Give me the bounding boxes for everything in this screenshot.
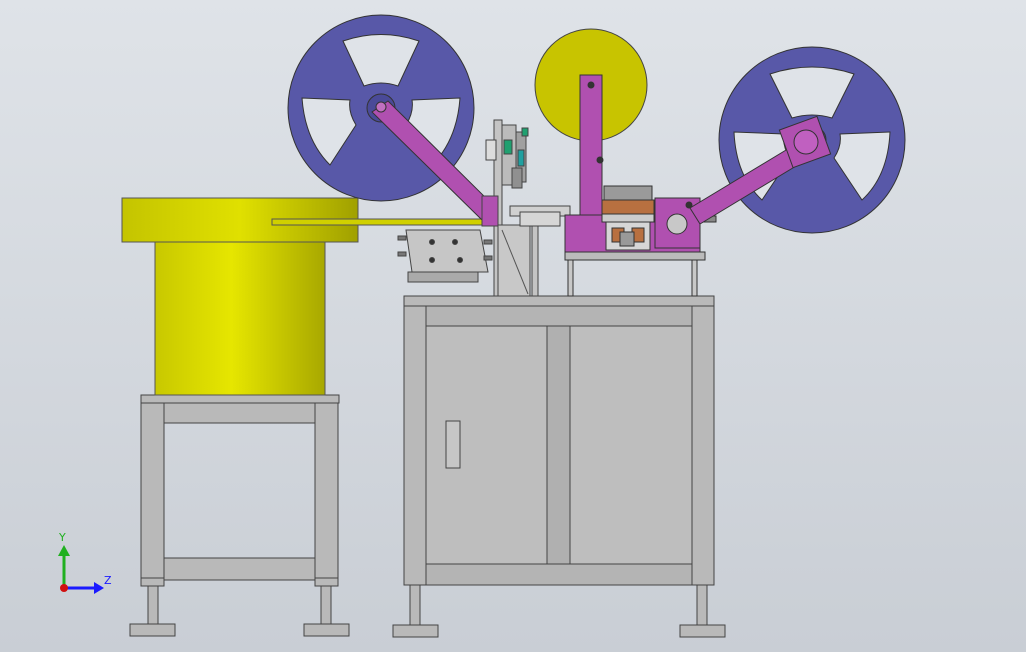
triad-z-label: Z — [104, 574, 112, 587]
triad-origin — [60, 584, 68, 592]
cad-viewport[interactable]: Y Z — [0, 0, 1026, 652]
triad-y-label: Y — [59, 531, 66, 544]
parts-bin — [397, 229, 493, 283]
machine-assembly-drawing — [0, 0, 1026, 652]
